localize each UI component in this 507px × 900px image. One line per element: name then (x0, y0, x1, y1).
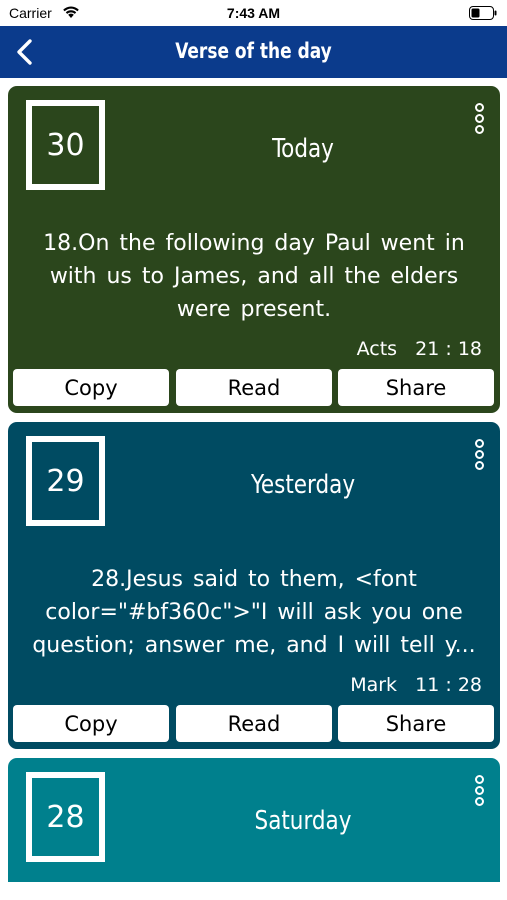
verse-text: 28.Jesus said to them, <font color="#bf3… (32, 567, 476, 658)
status-bar: Carrier 7:43 AM (0, 0, 507, 26)
day-label: Saturday (254, 806, 352, 836)
day-label: Yesterday (250, 470, 356, 500)
share-button[interactable]: Share (338, 705, 494, 742)
day-number: 30 (46, 127, 85, 163)
verse-reference: Acts 21 : 18 (356, 338, 482, 360)
day-label: Today (272, 134, 334, 164)
day-number-box: 28 (26, 772, 105, 862)
day-number: 29 (46, 463, 85, 499)
verse-card-saturday: 28 Saturday (8, 758, 500, 882)
more-vertical-icon[interactable] (473, 439, 485, 475)
verse-card-yesterday: 29 Yesterday 28.Jesus said to them, <fon… (8, 422, 500, 749)
verse-reference: Mark 11 : 28 (350, 674, 482, 696)
share-button[interactable]: Share (338, 369, 494, 406)
page-title: Verse of the day (175, 39, 332, 63)
battery-icon (469, 6, 497, 20)
verse-text: 18.On the following day Paul went in wit… (43, 231, 465, 322)
day-number-box: 29 (26, 436, 105, 526)
verse-card-today: 30 Today 18.On the following day Paul we… (8, 86, 500, 413)
more-vertical-icon[interactable] (473, 103, 485, 139)
day-number: 28 (46, 799, 85, 835)
read-button[interactable]: Read (176, 369, 332, 406)
day-number-box: 30 (26, 100, 105, 190)
nav-bar: Verse of the day (0, 26, 507, 78)
copy-button[interactable]: Copy (13, 369, 169, 406)
more-vertical-icon[interactable] (473, 775, 485, 811)
copy-button[interactable]: Copy (13, 705, 169, 742)
read-button[interactable]: Read (176, 705, 332, 742)
status-time: 7:43 AM (226, 5, 281, 21)
